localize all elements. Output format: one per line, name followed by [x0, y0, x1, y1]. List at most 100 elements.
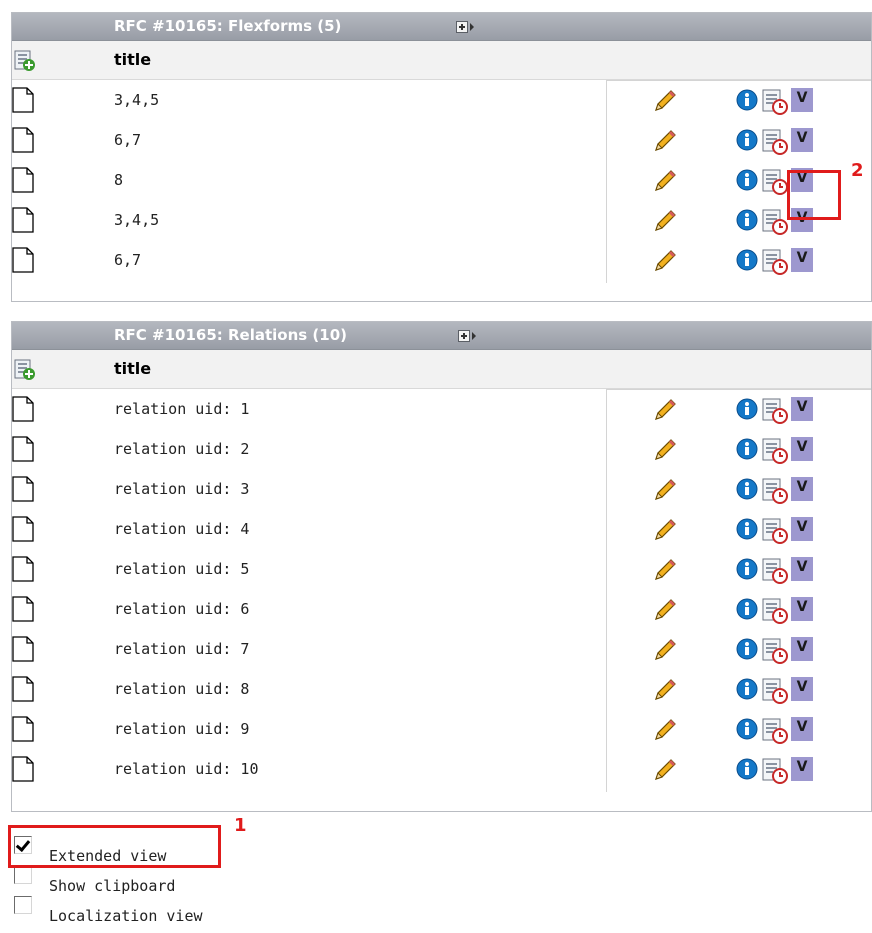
document-icon[interactable]: [12, 127, 34, 153]
expand-arrow-icon[interactable]: [472, 332, 476, 340]
pencil-icon[interactable]: [652, 677, 678, 703]
document-icon[interactable]: [12, 676, 34, 702]
history-icon[interactable]: [761, 677, 789, 705]
list-item: relation uid: 7 V: [12, 629, 871, 669]
localization-view-checkbox[interactable]: [14, 896, 32, 914]
document-icon[interactable]: [12, 207, 34, 233]
info-icon[interactable]: [736, 209, 758, 231]
pencil-icon[interactable]: [652, 397, 678, 423]
info-icon[interactable]: [736, 398, 758, 420]
pencil-icon[interactable]: [652, 637, 678, 663]
row-title: relation uid: 5: [114, 560, 250, 578]
history-icon[interactable]: [761, 168, 789, 196]
history-icon[interactable]: [761, 128, 789, 156]
move-button[interactable]: V: [791, 757, 813, 781]
history-icon[interactable]: [761, 517, 789, 545]
info-icon[interactable]: [736, 249, 758, 271]
row-title: relation uid: 3: [114, 480, 250, 498]
row-title: relation uid: 7: [114, 640, 250, 658]
row-title: relation uid: 6: [114, 600, 250, 618]
move-button[interactable]: V: [791, 717, 813, 741]
info-icon[interactable]: [736, 518, 758, 540]
history-icon[interactable]: [761, 248, 789, 276]
document-icon[interactable]: [12, 436, 34, 462]
new-record-icon[interactable]: [14, 50, 36, 76]
pencil-icon[interactable]: [652, 597, 678, 623]
list-item: relation uid: 5 V: [12, 549, 871, 589]
history-icon[interactable]: [761, 437, 789, 465]
list-item: relation uid: 3 V: [12, 469, 871, 509]
info-icon[interactable]: [736, 638, 758, 660]
document-icon[interactable]: [12, 396, 34, 422]
history-icon[interactable]: [761, 477, 789, 505]
info-icon[interactable]: [736, 598, 758, 620]
record-list: relation uid: 1 V relation uid: 2 V rela…: [12, 389, 871, 792]
move-button[interactable]: V: [791, 437, 813, 461]
highlight-box-2: [787, 170, 841, 220]
row-title: relation uid: 2: [114, 440, 250, 458]
info-icon[interactable]: [736, 558, 758, 580]
document-icon[interactable]: [12, 556, 34, 582]
move-button[interactable]: V: [791, 88, 813, 112]
move-button[interactable]: V: [791, 397, 813, 421]
pencil-icon[interactable]: [652, 88, 678, 114]
move-button[interactable]: V: [791, 637, 813, 661]
pencil-icon[interactable]: [652, 557, 678, 583]
document-icon[interactable]: [12, 716, 34, 742]
document-icon[interactable]: [12, 516, 34, 542]
pencil-icon[interactable]: [652, 208, 678, 234]
document-icon[interactable]: [12, 476, 34, 502]
pencil-icon[interactable]: [652, 437, 678, 463]
history-icon[interactable]: [761, 208, 789, 236]
history-icon[interactable]: [761, 557, 789, 585]
history-icon[interactable]: [761, 757, 789, 785]
pencil-icon[interactable]: [652, 128, 678, 154]
move-button[interactable]: V: [791, 128, 813, 152]
annotation-number-2: 2: [851, 160, 864, 181]
info-icon[interactable]: [736, 478, 758, 500]
document-icon[interactable]: [12, 756, 34, 782]
pencil-icon[interactable]: [652, 248, 678, 274]
expand-icon[interactable]: [456, 21, 468, 33]
expand-icon[interactable]: [458, 330, 470, 342]
history-icon[interactable]: [761, 88, 789, 116]
new-record-icon[interactable]: [14, 359, 36, 385]
show-clipboard-checkbox[interactable]: [14, 866, 32, 884]
info-icon[interactable]: [736, 718, 758, 740]
history-icon[interactable]: [761, 717, 789, 745]
move-button[interactable]: V: [791, 557, 813, 581]
info-icon[interactable]: [736, 438, 758, 460]
row-title: 3,4,5: [114, 211, 160, 229]
document-icon[interactable]: [12, 167, 34, 193]
document-icon[interactable]: [12, 636, 34, 662]
expand-arrow-icon[interactable]: [470, 23, 474, 31]
info-icon[interactable]: [736, 758, 758, 780]
history-icon[interactable]: [761, 397, 789, 425]
pencil-icon[interactable]: [652, 477, 678, 503]
move-button[interactable]: V: [791, 597, 813, 621]
move-button[interactable]: V: [791, 677, 813, 701]
info-icon[interactable]: [736, 169, 758, 191]
move-button[interactable]: V: [791, 248, 813, 272]
row-title: 6,7: [114, 251, 142, 269]
list-item: 6,7 V: [12, 240, 871, 280]
history-icon[interactable]: [761, 597, 789, 625]
document-icon[interactable]: [12, 87, 34, 113]
pencil-icon[interactable]: [652, 517, 678, 543]
document-icon[interactable]: [12, 596, 34, 622]
pencil-icon[interactable]: [652, 757, 678, 783]
history-icon[interactable]: [761, 637, 789, 665]
row-title: 3,4,5: [114, 91, 160, 109]
document-icon[interactable]: [12, 247, 34, 273]
info-icon[interactable]: [736, 89, 758, 111]
move-button[interactable]: V: [791, 517, 813, 541]
row-title: relation uid: 1: [114, 400, 250, 418]
list-item: relation uid: 8 V: [12, 669, 871, 709]
move-button[interactable]: V: [791, 477, 813, 501]
info-icon[interactable]: [736, 129, 758, 151]
row-title: relation uid: 10: [114, 760, 259, 778]
list-item: relation uid: 2 V: [12, 429, 871, 469]
info-icon[interactable]: [736, 678, 758, 700]
pencil-icon[interactable]: [652, 168, 678, 194]
pencil-icon[interactable]: [652, 717, 678, 743]
